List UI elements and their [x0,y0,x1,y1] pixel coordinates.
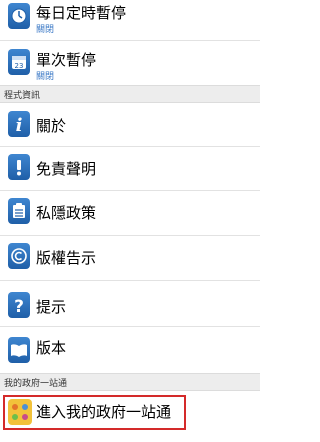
menu-label-tips: 提示 [36,298,67,316]
single-pause-status: 關閉 [36,72,55,82]
info-icon: i [8,111,30,137]
svg-text:i: i [16,115,23,134]
menu-item-privacy[interactable]: 私隱政策 [0,191,260,231]
menu-label-version: 版本 [36,339,67,357]
book-icon [8,337,30,363]
calendar-icon: 23 [8,49,30,75]
menu-item-copyright[interactable]: 版權告示 [0,236,260,276]
exclamation-icon [8,154,30,180]
daily-pause-title: 每日定時暫停 [36,4,127,22]
menu-label-privacy: 私隱政策 [36,204,97,222]
menu-item-tips[interactable]: ? 提示 [0,281,260,325]
menu-item-version[interactable]: 版本 [0,327,260,371]
question-icon: ? [8,292,30,318]
single-pause-title: 單次暫停 [36,51,97,69]
copyright-icon [8,243,30,269]
section-title-app-info: 程式資訊 [4,91,41,101]
clock-icon [8,3,30,29]
section-title-mygov: 我的政府一站通 [4,379,68,389]
document-list-icon [8,198,30,224]
daily-pause-status: 關閉 [36,25,55,35]
calendar-day-text: 23 [15,62,24,70]
menu-item-about[interactable]: i 關於 [0,104,260,144]
single-pause-row[interactable]: 23 單次暫停 關閉 [0,41,260,85]
section-header-app-info: 程式資訊 [0,85,260,103]
menu-item-disclaimer[interactable]: 免責聲明 [0,147,260,187]
highlight-box [3,395,186,430]
daily-pause-row[interactable]: 每日定時暫停 關閉 [0,0,260,44]
svg-text:?: ? [14,297,24,315]
section-header-mygov: 我的政府一站通 [0,373,260,391]
menu-label-copyright: 版權告示 [36,249,97,267]
menu-label-disclaimer: 免責聲明 [36,160,97,178]
menu-label-about: 關於 [36,117,67,135]
